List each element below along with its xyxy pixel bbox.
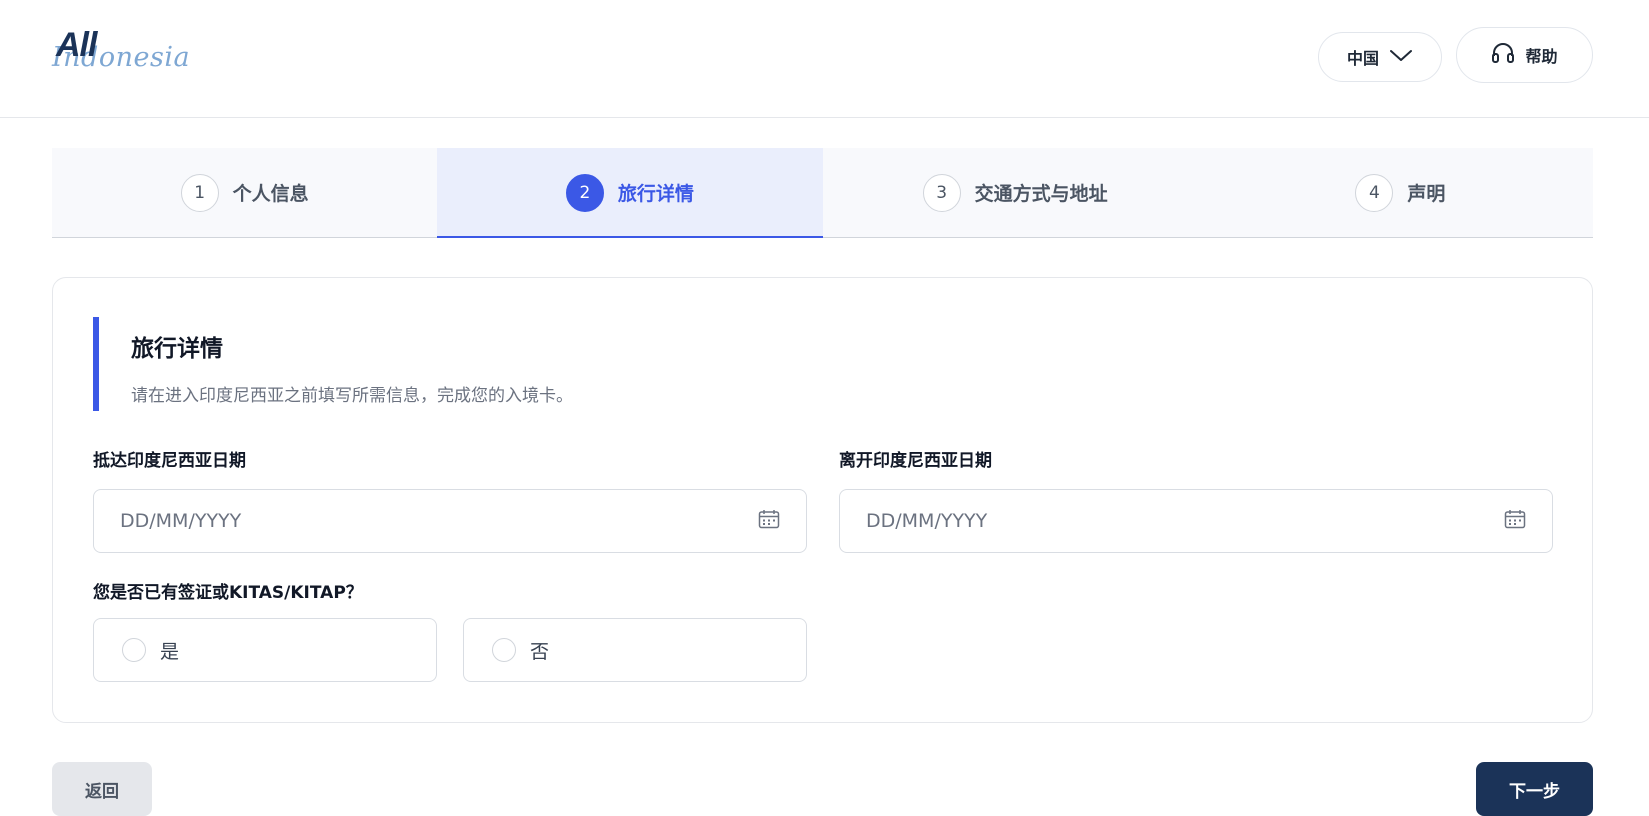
step-label: 旅行详情 bbox=[617, 183, 694, 205]
travel-details-card: 旅行详情 请在进入印度尼西亚之前填写所需信息，完成您的入境卡。 抵达印度尼西亚日… bbox=[52, 277, 1593, 723]
logo-all-text: All bbox=[56, 26, 97, 64]
departure-date-field[interactable] bbox=[839, 489, 1553, 553]
arrival-date-field[interactable] bbox=[93, 489, 807, 553]
back-button[interactable]: 返回 bbox=[52, 762, 152, 816]
step-transport-address[interactable]: 3 交通方式与地址 bbox=[823, 148, 1208, 237]
visa-option-yes[interactable]: 是 bbox=[93, 618, 437, 682]
radio-label: 是 bbox=[160, 640, 180, 663]
step-declaration[interactable]: 4 声明 bbox=[1208, 148, 1593, 237]
top-header: Indonesia All 中国 帮助 bbox=[0, 0, 1649, 118]
departure-date-label: 离开印度尼西亚日期 bbox=[839, 451, 992, 471]
arrival-date-label: 抵达印度尼西亚日期 bbox=[93, 451, 246, 471]
help-button[interactable]: 帮助 bbox=[1456, 27, 1593, 83]
departure-date-input[interactable] bbox=[866, 510, 1504, 532]
section-header: 旅行详情 请在进入印度尼西亚之前填写所需信息，完成您的入境卡。 bbox=[93, 317, 793, 411]
step-label: 声明 bbox=[1407, 183, 1446, 205]
step-number: 1 bbox=[180, 173, 219, 212]
language-label: 中国 bbox=[1346, 49, 1379, 68]
help-label: 帮助 bbox=[1525, 47, 1558, 66]
section-description: 请在进入印度尼西亚之前填写所需信息，完成您的入境卡。 bbox=[131, 386, 573, 406]
headset-icon bbox=[1491, 42, 1515, 68]
next-button[interactable]: 下一步 bbox=[1476, 762, 1593, 816]
step-travel-details[interactable]: 2 旅行详情 bbox=[437, 148, 823, 238]
calendar-icon[interactable] bbox=[758, 509, 780, 533]
progress-stepper: 1 个人信息 2 旅行详情 3 交通方式与地址 4 声明 bbox=[52, 148, 1593, 238]
calendar-icon[interactable] bbox=[1504, 509, 1526, 533]
step-personal-info[interactable]: 1 个人信息 bbox=[52, 148, 437, 237]
step-number: 4 bbox=[1355, 173, 1394, 212]
step-label: 交通方式与地址 bbox=[974, 183, 1108, 205]
chevron-down-icon bbox=[1389, 48, 1413, 67]
radio-button[interactable] bbox=[122, 638, 146, 662]
language-selector[interactable]: 中国 bbox=[1318, 32, 1442, 82]
step-number: 2 bbox=[565, 173, 604, 212]
visa-question-label: 您是否已有签证或KITAS/KITAP？ bbox=[93, 583, 363, 603]
step-label: 个人信息 bbox=[232, 183, 309, 205]
radio-button[interactable] bbox=[492, 638, 516, 662]
all-indonesia-logo[interactable]: Indonesia All bbox=[52, 26, 190, 82]
section-title: 旅行详情 bbox=[131, 336, 223, 362]
arrival-date-input[interactable] bbox=[120, 510, 758, 532]
visa-option-no[interactable]: 否 bbox=[463, 618, 807, 682]
step-number: 3 bbox=[922, 173, 961, 212]
radio-label: 否 bbox=[530, 640, 550, 663]
